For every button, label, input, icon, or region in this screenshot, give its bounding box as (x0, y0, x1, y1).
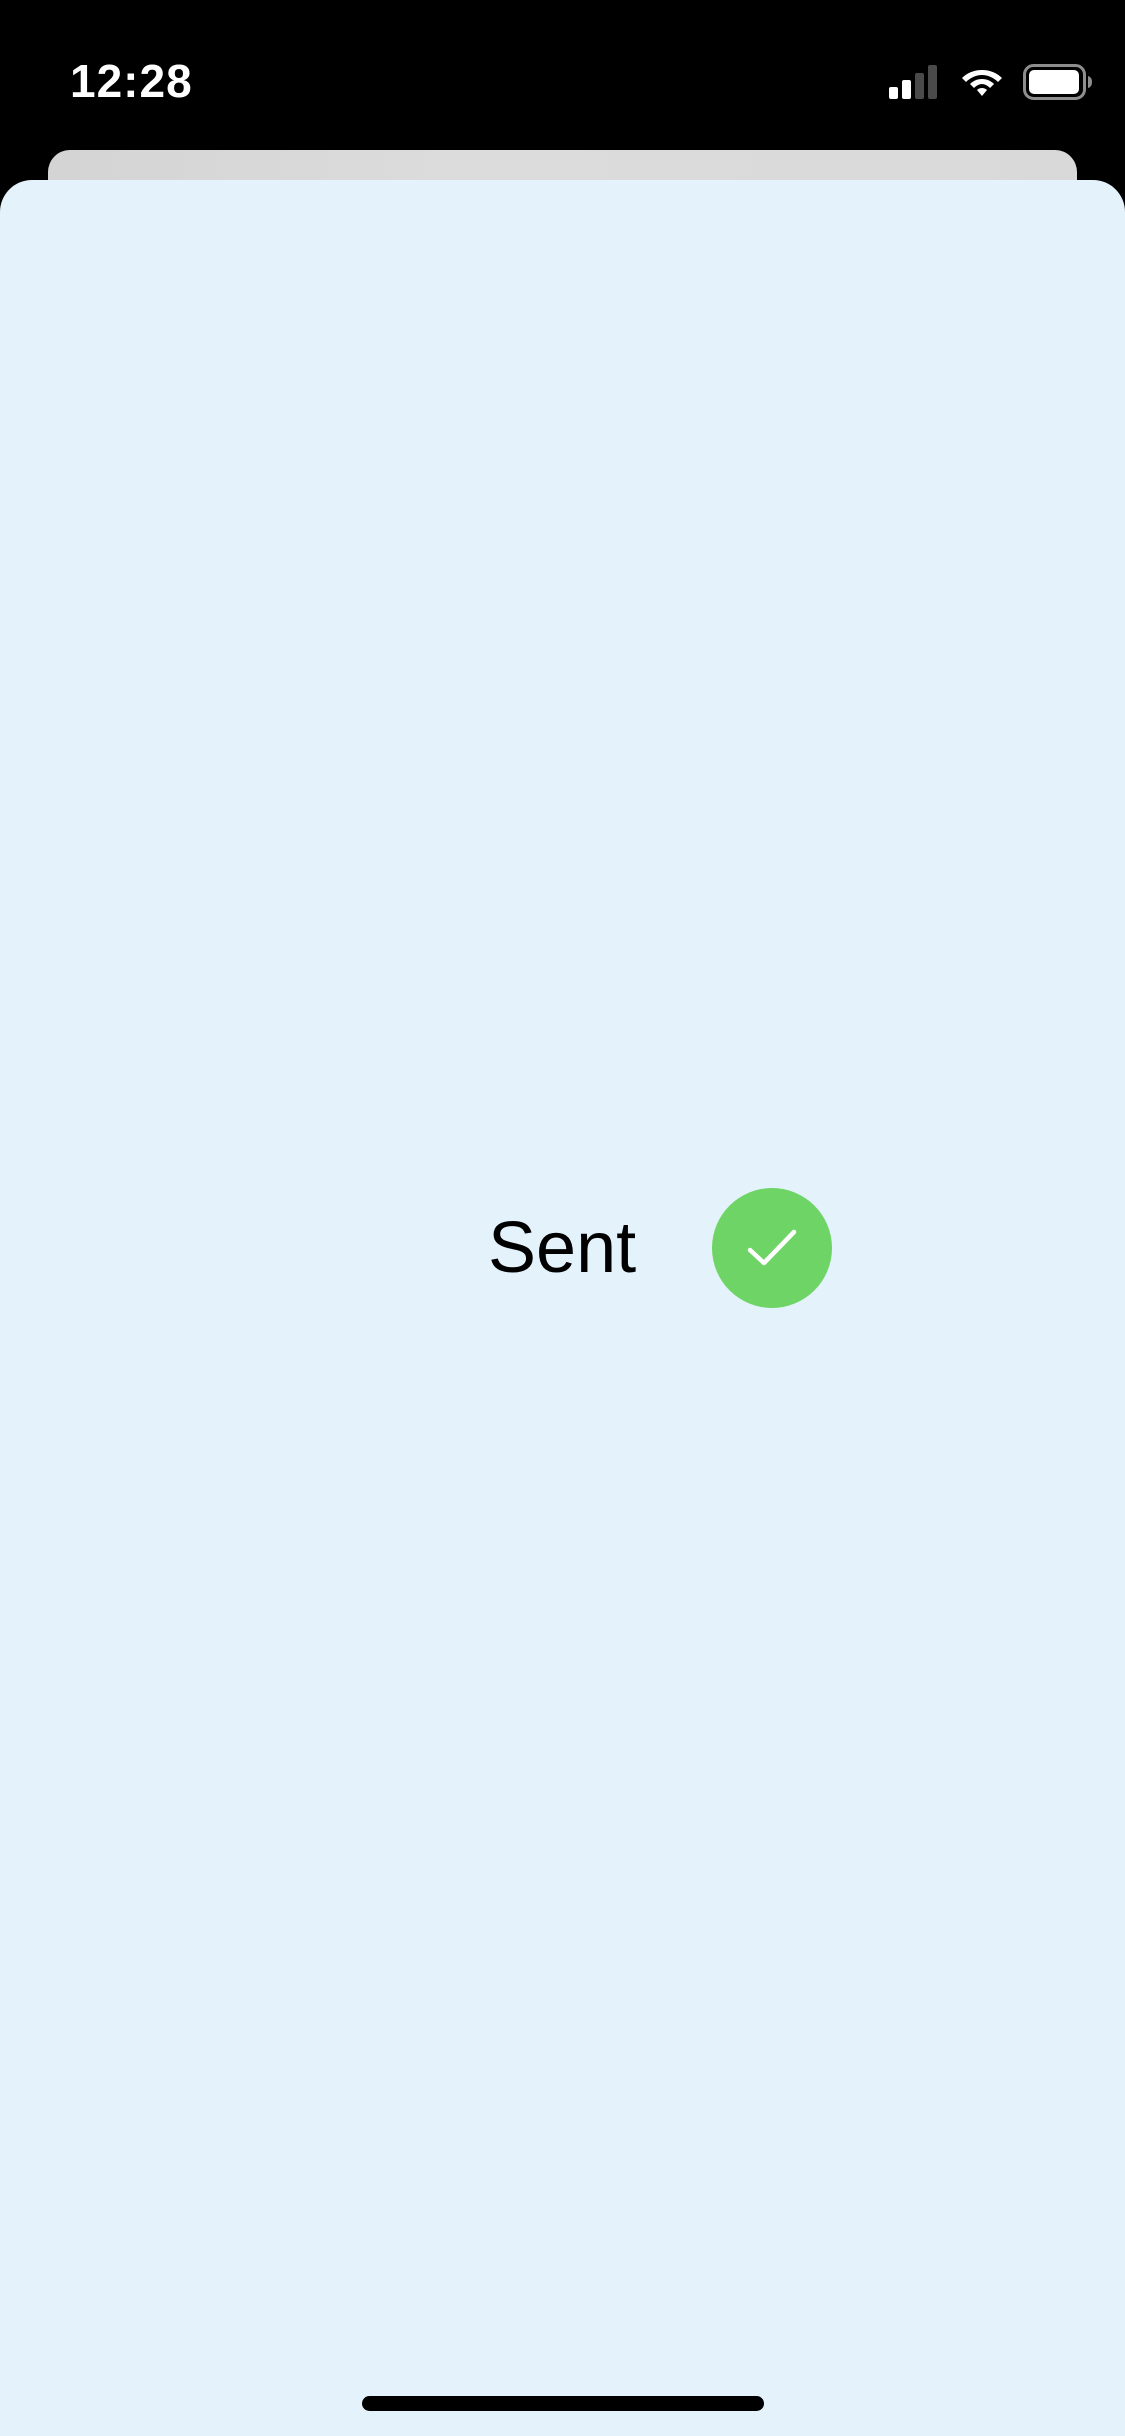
status-time: 12:28 (70, 55, 193, 107)
wifi-icon (962, 70, 1002, 96)
modal-sheet: Sent (0, 180, 1125, 2436)
sent-label: Sent (488, 1208, 637, 1288)
checkmark-glyph (747, 1229, 797, 1266)
checkmark-icon (712, 1188, 832, 1308)
battery-icon (1023, 64, 1092, 100)
cellular-signal-icon (889, 65, 937, 99)
status-icons (889, 62, 1093, 102)
home-indicator[interactable] (362, 2396, 764, 2411)
screen: 12:28 Sent (0, 0, 1125, 2436)
status-bar: 12:28 (0, 0, 1125, 150)
